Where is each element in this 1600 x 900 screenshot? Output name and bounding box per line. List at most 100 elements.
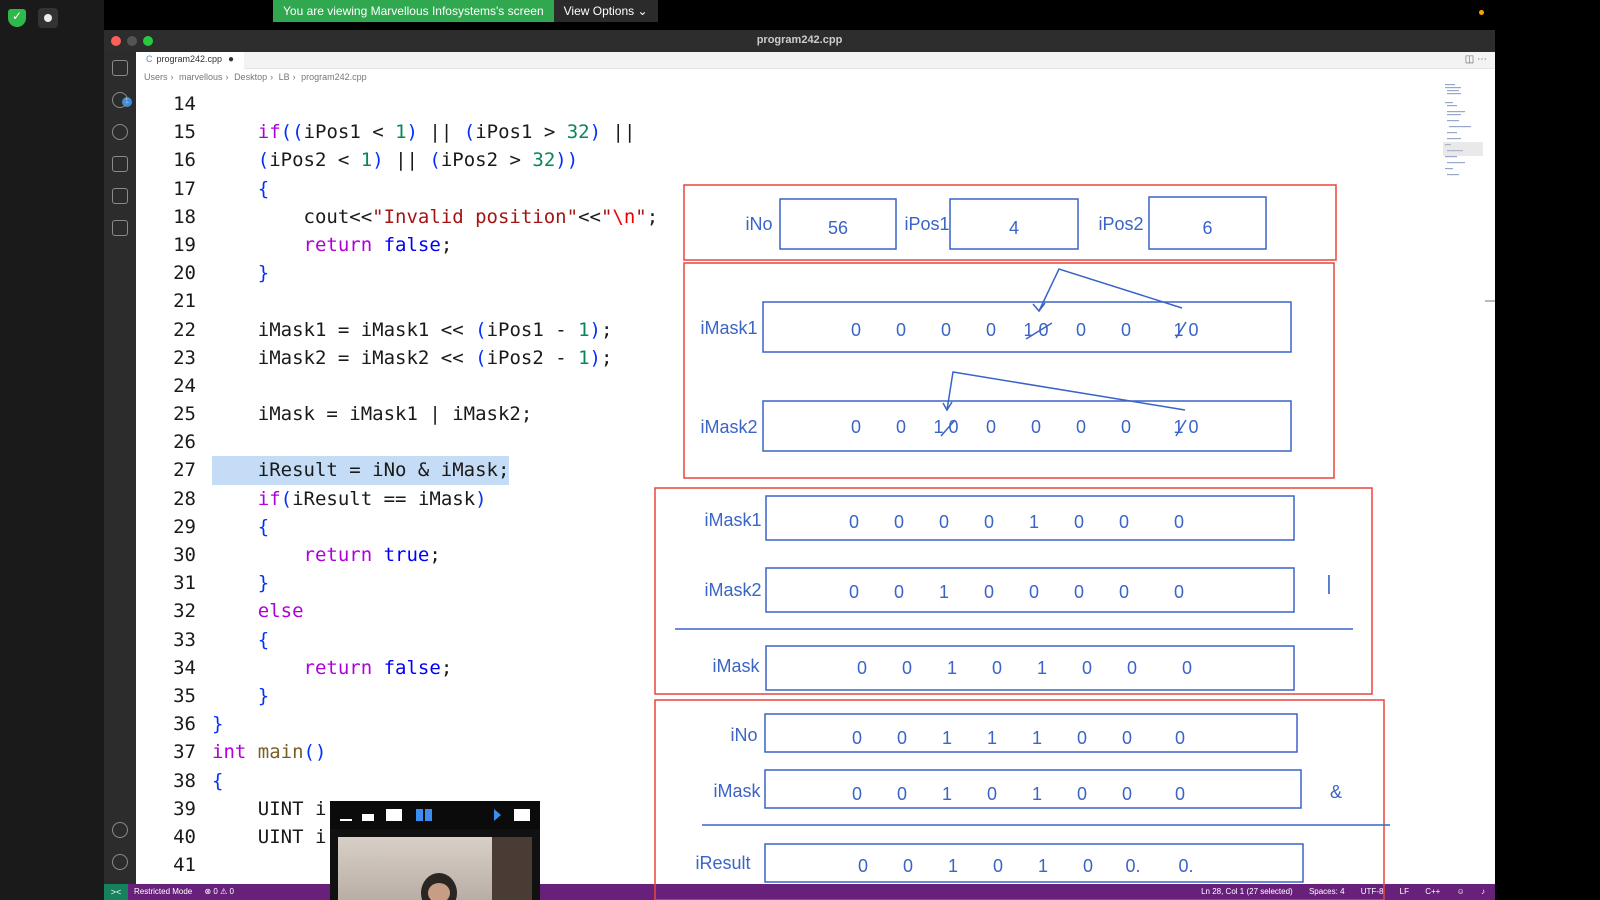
breadcrumb-marvellous[interactable]: marvellous xyxy=(179,72,223,82)
code-editor[interactable]: 14 15 if((iPos1 < 1) || (iPos1 > 32) || 16… xyxy=(136,90,659,879)
line-number: 22 xyxy=(173,318,196,341)
search-icon[interactable] xyxy=(112,92,128,108)
breadcrumb: Users › marvellous › Desktop › LB › program2… xyxy=(144,72,367,82)
code-line[interactable]: 31 } xyxy=(136,569,656,597)
code-line[interactable]: 25 iMask = iMask1 | iMask2; xyxy=(136,400,656,428)
code-line[interactable]: 23 iMask2 = iMask2 << (iPos2 - 1); xyxy=(136,344,656,372)
code-line[interactable]: 37 int main() xyxy=(136,738,656,766)
line-number: 34 xyxy=(173,656,196,679)
line-number: 24 xyxy=(173,374,196,397)
line-number: 14 xyxy=(173,93,196,115)
code-line[interactable]: 24 xyxy=(136,372,656,400)
code-line[interactable]: 38 { xyxy=(136,767,656,795)
remote-explorer-icon[interactable] xyxy=(112,220,128,236)
tab-label: program242.cpp xyxy=(156,54,223,64)
code-line[interactable]: 28 if(iResult == iMask) xyxy=(136,485,656,513)
split-editor-icon[interactable]: ◫ xyxy=(1465,54,1474,65)
line-number: 36 xyxy=(173,713,196,736)
code-text: { xyxy=(257,515,270,538)
account-icon[interactable] xyxy=(112,822,128,838)
unsaved-dot-icon[interactable]: ● xyxy=(228,54,234,65)
code-text: } xyxy=(212,713,224,736)
line-number: 16 xyxy=(173,149,196,172)
extensions-icon[interactable] xyxy=(112,188,128,204)
line-number: 18 xyxy=(173,205,196,228)
speaker-view-icon[interactable] xyxy=(386,809,402,821)
line-number: 28 xyxy=(173,487,196,510)
feedback-icon[interactable]: ☺ xyxy=(1457,887,1465,896)
problems-count[interactable]: ⊗ 0 ⚠ 0 xyxy=(204,887,233,896)
line-number: 20 xyxy=(173,262,196,285)
minimize-video-icon[interactable] xyxy=(340,809,352,821)
code-line[interactable]: 16 (iPos2 < 1) || (iPos2 > 32)) xyxy=(136,146,656,174)
code-line[interactable]: 27 iResult = iNo & iMask; xyxy=(136,456,656,485)
line-number: 41 xyxy=(173,854,196,877)
more-actions-icon[interactable]: ⋯ xyxy=(1477,54,1487,65)
explorer-icon[interactable] xyxy=(112,60,128,76)
play-arrow-icon[interactable] xyxy=(494,809,501,821)
gallery-view-icon[interactable] xyxy=(416,809,432,821)
end-of-line[interactable]: LF xyxy=(1400,887,1409,896)
participant-video xyxy=(338,837,532,900)
line-number: 23 xyxy=(173,346,196,369)
pop-out-icon[interactable] xyxy=(514,809,530,821)
language-mode[interactable]: C++ xyxy=(1425,887,1440,896)
recording-indicator-icon xyxy=(1479,10,1484,15)
strip-view-icon[interactable] xyxy=(362,814,374,821)
record-icon[interactable] xyxy=(38,8,58,28)
screen-share-view: You are viewing Marvellous Infosystems's… xyxy=(0,0,1600,900)
minimap[interactable] xyxy=(1443,82,1483,202)
code-line[interactable]: 33 { xyxy=(136,626,656,654)
breadcrumb-desktop[interactable]: Desktop xyxy=(234,72,267,82)
code-line[interactable]: 14 xyxy=(136,90,656,118)
line-number: 29 xyxy=(173,515,196,538)
code-line[interactable]: 19 return false; xyxy=(136,231,656,259)
tab-bar: Cprogram242.cpp ● ◫ ⋯ xyxy=(136,52,1495,69)
participant-video-tile[interactable] xyxy=(330,801,540,900)
remote-indicator-icon[interactable]: >< xyxy=(104,884,128,900)
code-text: } xyxy=(257,262,270,285)
line-number: 21 xyxy=(173,290,196,313)
vscode-window: program242.cpp 1 Cprogram242.cpp ● ◫ ⋯ U… xyxy=(104,30,1495,900)
line-number: 19 xyxy=(173,233,196,256)
code-line[interactable]: 32 else xyxy=(136,597,656,625)
code-text: } xyxy=(257,572,270,595)
restricted-mode[interactable]: Restricted Mode xyxy=(134,887,192,896)
code-line[interactable]: 22 iMask1 = iMask1 << (iPos1 - 1); xyxy=(136,316,656,344)
status-bar: >< Restricted Mode ⊗ 0 ⚠ 0 Ln 28, Col 1 … xyxy=(104,884,1495,900)
line-number: 30 xyxy=(173,544,196,566)
line-number: 26 xyxy=(173,431,196,454)
code-line[interactable]: 34 return false; xyxy=(136,654,656,682)
video-tile-toolbar xyxy=(330,801,540,829)
code-text: } xyxy=(257,684,270,707)
notifications-bell-icon[interactable]: ♪ xyxy=(1481,887,1485,896)
encoding[interactable]: UTF-8 xyxy=(1361,887,1384,896)
code-line[interactable]: 29 { xyxy=(136,513,656,541)
zoom-side-rail xyxy=(0,0,104,900)
tab-program242[interactable]: Cprogram242.cpp ● xyxy=(136,52,245,69)
security-shield-icon[interactable] xyxy=(8,9,26,27)
code-line[interactable]: 15 if((iPos1 < 1) || (iPos1 > 32) || xyxy=(136,118,656,146)
code-line[interactable]: 21 xyxy=(136,287,656,315)
line-number: 40 xyxy=(173,825,196,848)
code-line[interactable]: 30 return true; xyxy=(136,541,656,569)
breadcrumb-lb[interactable]: LB xyxy=(279,72,290,82)
settings-gear-icon[interactable] xyxy=(112,854,128,870)
code-line[interactable]: 35 } xyxy=(136,682,656,710)
cursor-position[interactable]: Ln 28, Col 1 (27 selected) xyxy=(1201,887,1293,896)
scrollbar[interactable] xyxy=(1485,300,1495,302)
indentation[interactable]: Spaces: 4 xyxy=(1309,887,1345,896)
code-line[interactable]: 36} xyxy=(136,710,656,738)
code-line[interactable]: 20 } xyxy=(136,259,656,287)
run-debug-icon[interactable] xyxy=(112,156,128,172)
code-text: cout<<"Invalid position"<<"\n"; xyxy=(212,205,659,228)
line-number: 31 xyxy=(173,572,196,595)
code-line[interactable]: 17 { xyxy=(136,175,656,203)
breadcrumb-file[interactable]: program242.cpp xyxy=(301,72,367,82)
view-options-button[interactable]: View Options ⌄ xyxy=(553,0,658,22)
code-line[interactable]: 26 xyxy=(136,428,656,456)
breadcrumb-users[interactable]: Users xyxy=(144,72,168,82)
code-line[interactable]: 18 cout<<"Invalid position"<<"\n"; xyxy=(136,203,659,231)
code-text: UINT i xyxy=(212,797,327,820)
source-control-icon[interactable] xyxy=(112,124,128,140)
